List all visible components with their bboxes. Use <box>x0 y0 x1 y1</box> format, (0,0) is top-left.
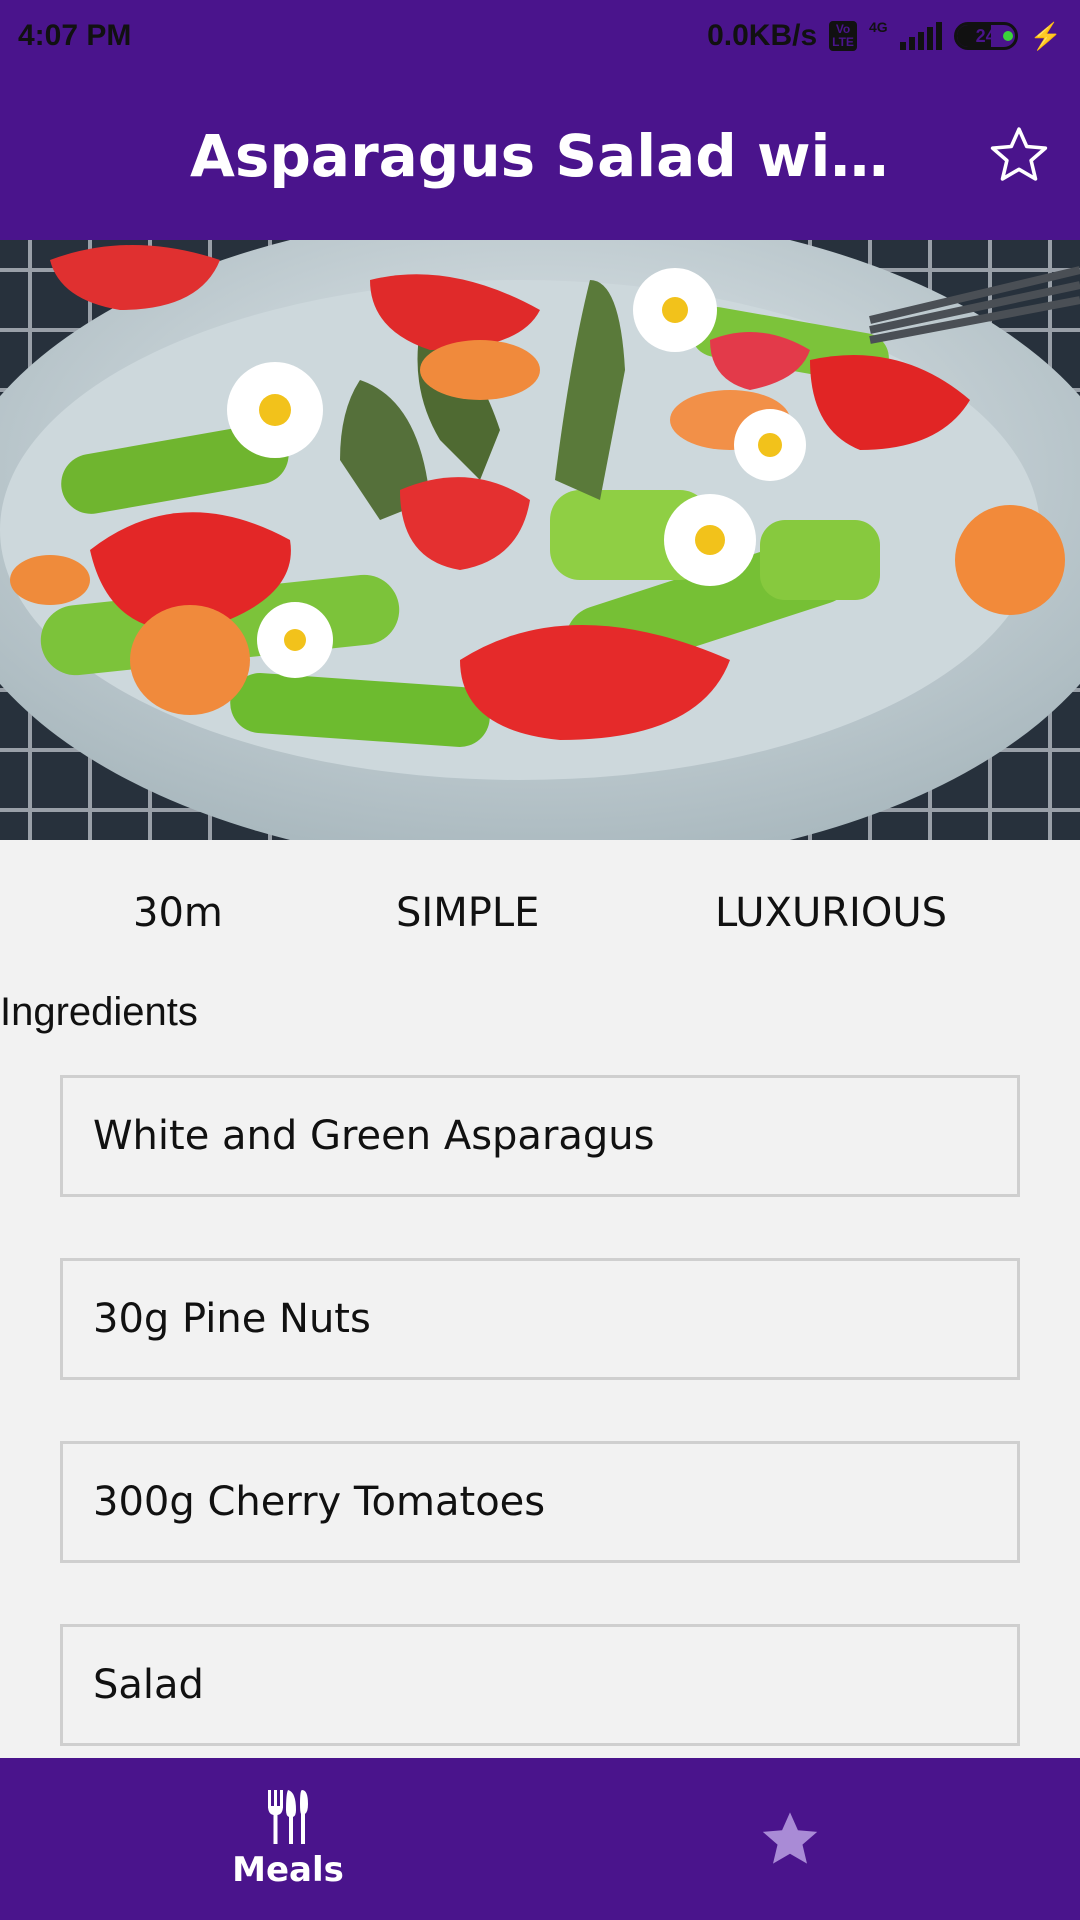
meal-meta: 30m SIMPLE LUXURIOUS <box>0 880 1080 950</box>
tab-meals-label: Meals <box>232 1850 344 1890</box>
star-outline-icon[interactable] <box>986 122 1052 188</box>
meal-image <box>0 240 1080 840</box>
ingredient-text: White and Green Asparagus <box>93 1113 655 1159</box>
battery-level: 24 <box>975 25 996 46</box>
ingredient-text: 30g Pine Nuts <box>93 1296 371 1342</box>
ingredient-text: Salad <box>93 1662 204 1708</box>
complexity-label: SIMPLE <box>396 890 540 936</box>
affordability-label: LUXURIOUS <box>715 890 947 936</box>
tab-favorites[interactable] <box>640 1758 940 1920</box>
list-item: Salad <box>60 1624 1020 1746</box>
app-bar: Asparagus Salad with Cherry Tomatoes <box>0 72 1080 240</box>
network-speed: 0.0KB/s <box>707 19 818 52</box>
fork-knife-icon <box>268 1790 308 1844</box>
list-item: 30g Pine Nuts <box>60 1258 1020 1380</box>
duration-label: 30m <box>133 890 223 936</box>
star-icon <box>762 1812 818 1864</box>
ingredient-text: 300g Cherry Tomatoes <box>93 1479 546 1525</box>
list-item: 300g Cherry Tomatoes <box>60 1441 1020 1563</box>
bottom-nav: Meals <box>0 1758 1080 1920</box>
battery-icon: 24 <box>953 22 1018 50</box>
ingredients-title: Ingredients <box>0 990 198 1034</box>
page-title: Asparagus Salad with Cherry Tomatoes <box>190 122 890 190</box>
network-type: 4G <box>868 19 888 35</box>
charging-icon: ⚡ <box>1029 20 1062 51</box>
volte-icon: Vo LTE <box>829 21 857 51</box>
list-item: White and Green Asparagus <box>60 1075 1020 1197</box>
status-icons: 0.0KB/s Vo LTE 4G 24 ⚡ <box>707 19 1062 53</box>
status-bar: 4:07 PM 0.0KB/s Vo LTE 4G 24 ⚡ <box>0 0 1080 72</box>
status-time: 4:07 PM <box>18 19 132 52</box>
signal-icon <box>899 22 942 50</box>
tab-meals[interactable]: Meals <box>138 1758 438 1920</box>
